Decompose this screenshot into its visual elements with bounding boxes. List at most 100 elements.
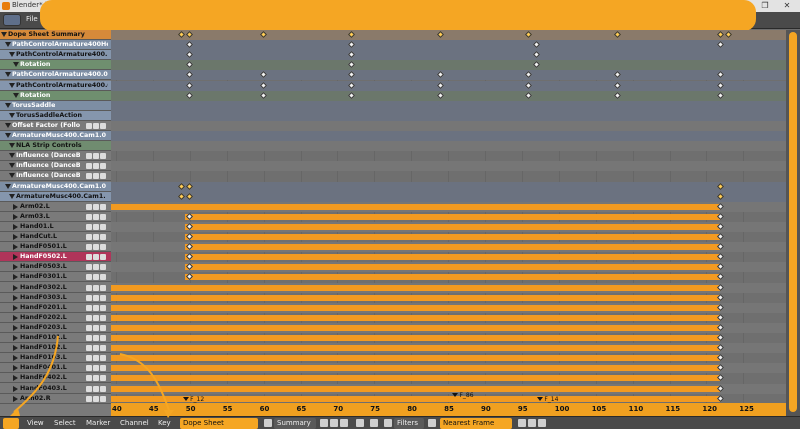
wrench-icon[interactable] — [86, 294, 92, 301]
timeline-marker[interactable]: F_14 — [537, 396, 558, 403]
keyframe-row[interactable] — [111, 343, 786, 354]
channel-row[interactable]: TorusSaddle — [0, 100, 111, 111]
lock-icon[interactable] — [100, 365, 106, 372]
expand-triangle-icon[interactable] — [9, 82, 15, 88]
speaker-icon[interactable] — [93, 304, 99, 311]
expand-triangle-icon[interactable] — [1, 32, 7, 37]
lock-icon[interactable] — [100, 345, 106, 352]
keyframe-diamond[interactable] — [613, 91, 621, 99]
keyframe-row[interactable] — [111, 90, 786, 101]
keyframe-hold-bar[interactable] — [184, 234, 722, 240]
keyframe-row[interactable] — [111, 141, 786, 152]
keyframe-row[interactable] — [111, 221, 786, 232]
lock-icon[interactable] — [100, 294, 106, 301]
menu-key[interactable]: Key — [158, 419, 171, 427]
keyframe-area[interactable] — [111, 30, 786, 403]
lock-icon[interactable] — [100, 173, 106, 180]
channel-row[interactable]: HandF0303.L — [0, 292, 111, 303]
keyframe-diamond[interactable] — [717, 192, 725, 200]
expand-triangle-icon[interactable] — [5, 42, 11, 48]
keyframe-row[interactable] — [111, 80, 786, 91]
expand-triangle-icon[interactable] — [13, 244, 18, 251]
expand-triangle-icon[interactable] — [13, 335, 18, 341]
channel-row[interactable]: ArmatureMusc400.Cam1. — [0, 191, 111, 202]
expand-triangle-icon[interactable] — [13, 304, 18, 311]
speaker-icon[interactable] — [93, 395, 99, 402]
expand-triangle-icon[interactable] — [13, 395, 18, 402]
speaker-icon[interactable] — [93, 274, 99, 281]
keyframe-hold-bar[interactable] — [111, 324, 722, 331]
keyframe-row[interactable] — [111, 333, 786, 343]
filter-icon[interactable] — [356, 419, 364, 427]
keyframe-diamond[interactable] — [348, 61, 356, 69]
expand-triangle-icon[interactable] — [13, 365, 18, 372]
errors-icon[interactable] — [340, 419, 348, 427]
speaker-icon[interactable] — [93, 254, 99, 261]
expand-triangle-icon[interactable] — [13, 385, 18, 392]
keyframe-row[interactable] — [111, 181, 786, 192]
expand-triangle-icon[interactable] — [5, 122, 11, 128]
keyframe-row[interactable] — [111, 100, 786, 111]
channel-row[interactable]: PathControlArmature400He — [0, 40, 111, 51]
lock-icon[interactable] — [100, 244, 106, 251]
speaker-icon[interactable] — [93, 355, 99, 362]
lock-icon[interactable] — [100, 153, 106, 160]
keyframe-hold-bar[interactable] — [111, 355, 722, 362]
keyframe-row[interactable] — [111, 302, 786, 313]
channel-region[interactable]: Dope Sheet Summary PathControlArmature400… — [0, 30, 111, 416]
keyframe-diamond[interactable] — [436, 81, 444, 89]
expand-triangle-icon[interactable] — [13, 345, 18, 352]
keyframe-diamond[interactable] — [525, 30, 533, 39]
keyframe-diamond[interactable] — [185, 182, 193, 190]
wrench-icon[interactable] — [86, 274, 92, 281]
lock-icon[interactable] — [100, 274, 106, 281]
expand-triangle-icon[interactable] — [13, 254, 18, 261]
search-icon[interactable] — [370, 419, 378, 427]
channel-row[interactable]: HandF0301.L — [0, 272, 111, 283]
lock-icon[interactable] — [100, 355, 106, 362]
keyframe-diamond[interactable] — [348, 91, 356, 99]
keyframe-diamond[interactable] — [717, 394, 725, 402]
keyframe-hold-bar[interactable] — [111, 335, 722, 341]
keyframe-hold-bar[interactable] — [184, 223, 722, 230]
keyframe-diamond[interactable] — [178, 30, 186, 39]
keyframe-row[interactable] — [111, 151, 786, 161]
keyframe-row[interactable] — [111, 282, 786, 293]
keyframe-hold-bar[interactable] — [111, 294, 722, 301]
keyframe-row[interactable] — [111, 201, 786, 212]
speaker-icon[interactable] — [93, 294, 99, 301]
speaker-icon[interactable] — [93, 314, 99, 321]
keyframe-row[interactable] — [111, 242, 786, 253]
channel-row[interactable]: HandF0103.L — [0, 353, 111, 364]
lock-icon[interactable] — [100, 375, 106, 382]
keyframe-diamond[interactable] — [613, 71, 621, 79]
wrench-icon[interactable] — [86, 244, 92, 251]
timeline-marker[interactable]: F_12 — [183, 396, 204, 403]
expand-triangle-icon[interactable] — [13, 355, 18, 362]
keyframe-row[interactable] — [111, 171, 786, 181]
keyframe-diamond[interactable] — [717, 41, 725, 49]
keyframe-row[interactable] — [111, 191, 786, 202]
keyframe-diamond[interactable] — [348, 41, 356, 49]
keyframe-diamond[interactable] — [185, 51, 193, 59]
keyframe-diamond[interactable] — [532, 51, 540, 59]
vertical-scrollbar[interactable] — [786, 30, 800, 416]
expand-triangle-icon[interactable] — [5, 183, 11, 189]
keyframe-row[interactable] — [111, 40, 786, 51]
speaker-icon[interactable] — [93, 335, 99, 341]
keyframe-diamond[interactable] — [613, 30, 621, 39]
expand-triangle-icon[interactable] — [13, 314, 18, 321]
keyframe-diamond[interactable] — [178, 182, 186, 190]
channel-row[interactable]: PathControlArmature400.0 — [0, 80, 111, 91]
lock-icon[interactable] — [100, 122, 106, 129]
keyframe-row[interactable] — [111, 30, 786, 40]
keyframe-diamond[interactable] — [613, 81, 621, 89]
speaker-icon[interactable] — [93, 365, 99, 372]
scrollbar-thumb[interactable] — [789, 32, 797, 412]
channel-row[interactable]: HandF0102.L — [0, 343, 111, 354]
channel-row[interactable]: NLA Strip Controls — [0, 141, 111, 152]
keyframe-hold-bar[interactable] — [111, 304, 722, 311]
lock-icon[interactable] — [100, 264, 106, 271]
keyframe-row[interactable] — [111, 353, 786, 363]
copy-icon[interactable] — [518, 419, 526, 427]
